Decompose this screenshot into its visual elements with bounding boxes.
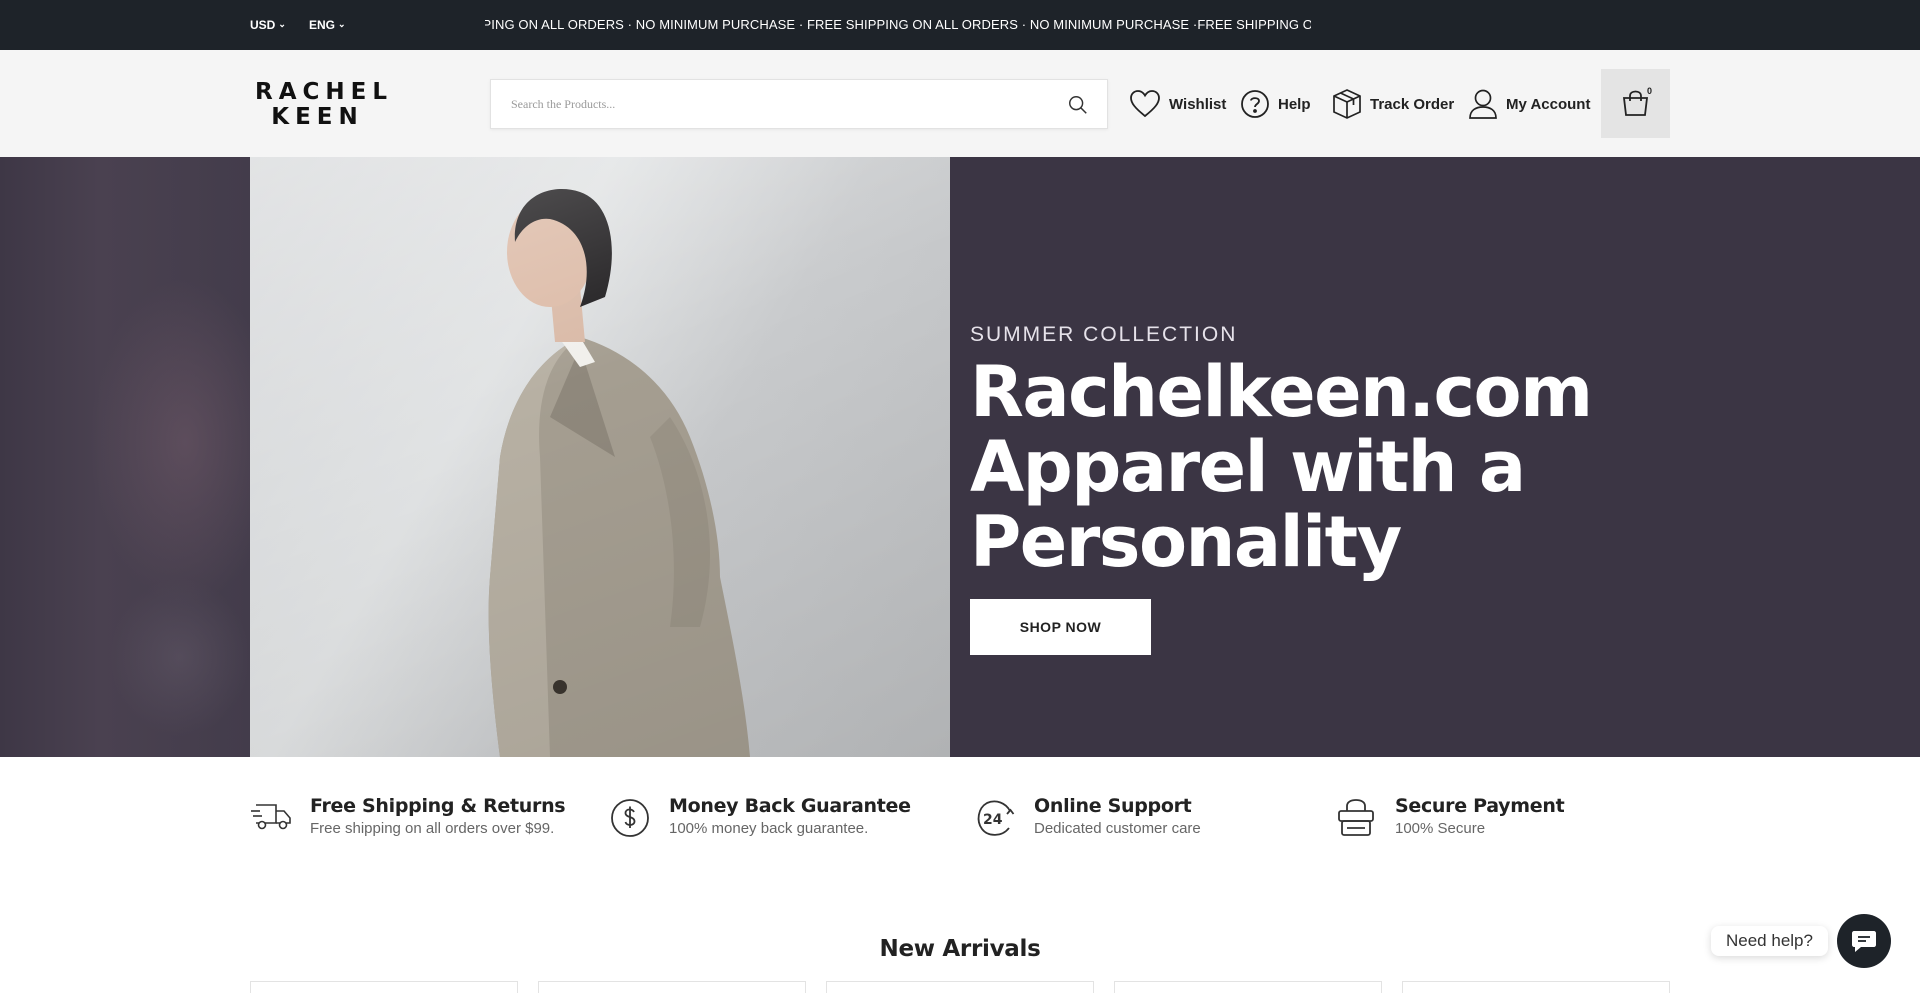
new-arrivals-heading: New Arrivals [879, 936, 1041, 962]
chevron-down-icon: ⌄ [278, 18, 286, 29]
hero-model-image [250, 157, 950, 757]
language-selector[interactable]: ENG ⌄ [309, 18, 346, 32]
help-label: Help [1278, 95, 1311, 113]
24h-support-icon: 24 [977, 800, 1015, 836]
delivery-truck-icon [251, 804, 291, 830]
hero-headline: Rachelkeen.com Apparel with a Personalit… [970, 355, 1670, 580]
wishlist-link[interactable]: Wishlist [1129, 88, 1226, 120]
currency-label: USD [250, 18, 276, 32]
language-label: ENG [309, 18, 336, 32]
search-bar [490, 79, 1108, 129]
currency-selector[interactable]: USD ⌄ [250, 18, 286, 32]
hero-headline-line-2: Apparel with a [970, 426, 1526, 508]
svg-text:24: 24 [983, 812, 1003, 828]
feature-title: Secure Payment [1395, 795, 1565, 817]
need-help-bubble[interactable]: Need help? [1711, 926, 1828, 956]
hero-eyebrow: SUMMER COLLECTION [970, 323, 1238, 346]
feature-desc: 100% money back guarantee. [669, 820, 869, 837]
cart-button[interactable]: 0 [1601, 69, 1670, 138]
secure-payment-icon [1338, 799, 1374, 836]
product-card[interactable] [538, 981, 806, 993]
feature-title: Online Support [1034, 795, 1192, 817]
shop-now-button[interactable]: SHOP NOW [970, 599, 1151, 655]
chevron-down-icon: ⌄ [338, 18, 346, 29]
product-card[interactable] [1402, 981, 1670, 993]
question-circle-icon [1241, 90, 1269, 118]
logo-line-1: RACHEL [255, 79, 394, 105]
user-icon [1469, 89, 1497, 119]
announcement-bar: USD ⌄ ENG ⌄ IPPING ON ALL ORDERS · NO MI… [0, 0, 1920, 50]
logo-line-2: KEEN [271, 104, 364, 130]
feature-title: Free Shipping & Returns [310, 795, 566, 817]
wishlist-label: Wishlist [1169, 95, 1227, 113]
shopping-bag-icon [1622, 90, 1649, 116]
chat-launcher-button[interactable] [1837, 914, 1891, 968]
dollar-circle-icon [611, 799, 649, 837]
my-account-link[interactable]: My Account [1468, 88, 1590, 120]
track-order-link[interactable]: Track Order [1332, 88, 1454, 120]
product-card[interactable] [1114, 981, 1382, 993]
site-header: RACHEL KEEN Wishlist Help Track Order [0, 50, 1920, 157]
search-input[interactable] [491, 80, 1051, 128]
feature-desc: Dedicated customer care [1034, 820, 1201, 837]
track-order-label: Track Order [1370, 95, 1455, 113]
hero-banner: SUMMER COLLECTION Rachelkeen.com Apparel… [0, 157, 1920, 757]
hero-headline-line-1: Rachelkeen.com [970, 351, 1593, 433]
announcement-marquee: IPPING ON ALL ORDERS · NO MINIMUM PURCHA… [485, 17, 1311, 35]
feature-title: Money Back Guarantee [669, 795, 911, 817]
product-card[interactable] [826, 981, 1094, 993]
cart-count-badge: 0 [1647, 86, 1653, 96]
help-link[interactable]: Help [1240, 88, 1311, 120]
hero-copy: SUMMER COLLECTION Rachelkeen.com Apparel… [970, 157, 1670, 757]
feature-desc: Free shipping on all orders over $99. [310, 820, 555, 837]
chat-icon [1852, 931, 1876, 952]
search-icon[interactable] [1067, 94, 1089, 116]
heart-icon [1130, 90, 1160, 118]
site-logo[interactable]: RACHEL KEEN [255, 79, 394, 130]
my-account-label: My Account [1506, 95, 1591, 113]
hero-side-image [0, 157, 280, 757]
hero-headline-line-3: Personality [970, 501, 1402, 583]
feature-desc: 100% Secure [1395, 820, 1486, 837]
product-card[interactable] [250, 981, 518, 993]
package-box-icon [1333, 89, 1361, 119]
announcement-text: IPPING ON ALL ORDERS · NO MINIMUM PURCHA… [485, 17, 1311, 32]
